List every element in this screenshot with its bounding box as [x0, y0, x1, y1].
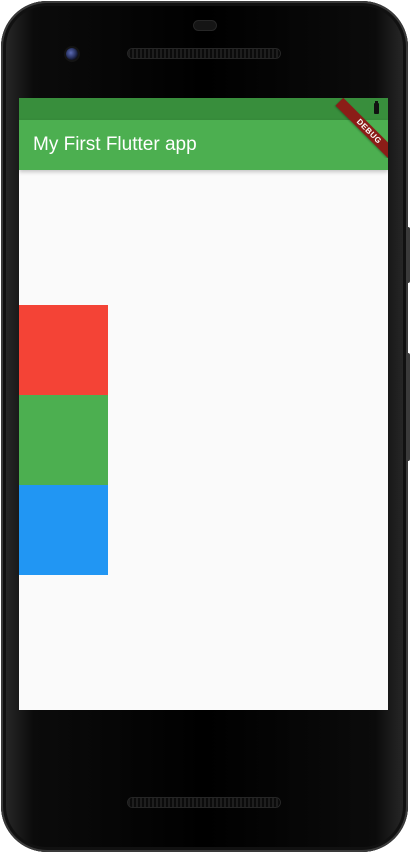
device-screen: My First Flutter app DEBUG	[19, 98, 388, 710]
bottom-speaker	[128, 798, 280, 807]
blue-box	[19, 485, 108, 575]
body	[19, 170, 388, 710]
battery-icon	[374, 101, 379, 114]
app-bar: My First Flutter app	[19, 120, 388, 170]
proximity-sensor	[194, 21, 216, 30]
color-column	[19, 305, 108, 575]
power-button	[406, 353, 410, 461]
green-box	[19, 395, 108, 485]
app-title: My First Flutter app	[33, 134, 197, 155]
volume-button	[406, 227, 410, 283]
red-box	[19, 305, 108, 395]
status-bar	[19, 98, 388, 120]
front-camera-icon	[66, 48, 78, 60]
earpiece-speaker	[128, 49, 280, 58]
